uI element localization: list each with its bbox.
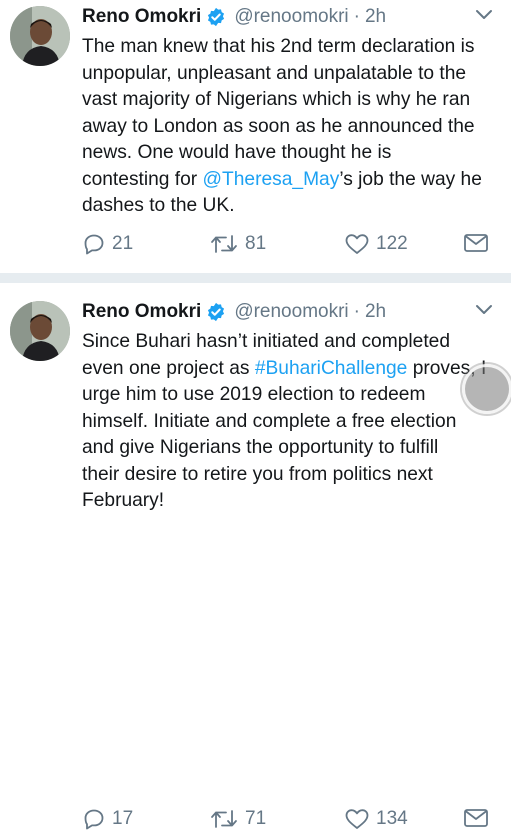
reply-button[interactable]: 17 (82, 807, 133, 831)
direct-message-button[interactable] (463, 232, 495, 254)
author-name[interactable]: Reno Omokri (82, 301, 201, 323)
like-button[interactable]: 122 (344, 232, 408, 256)
reply-button[interactable]: 21 (82, 232, 133, 256)
verified-badge-icon (208, 302, 225, 322)
separator: · (353, 6, 360, 27)
author-handle[interactable]: @renoomokri (234, 301, 348, 323)
mention-link[interactable]: @Theresa_May (203, 169, 340, 190)
like-count: 134 (376, 808, 408, 829)
retweet-button[interactable]: 71 (209, 807, 266, 831)
timestamp[interactable]: 2h (365, 301, 386, 323)
retweet-count: 71 (245, 808, 267, 829)
tweet-text: Since Buhari hasn’t initiated and comple… (82, 329, 493, 515)
reply-count: 17 (112, 808, 134, 829)
tweet[interactable]: Reno Omokri @renoomokri · 2h The man kne… (0, 0, 511, 273)
retweet-button[interactable]: 81 (209, 232, 266, 256)
tweet-text-part: The man knew that his 2nd term declarati… (82, 36, 475, 190)
avatar[interactable] (10, 6, 70, 66)
heart-icon (345, 809, 369, 829)
like-count: 122 (376, 233, 408, 254)
reply-icon (84, 809, 104, 830)
chevron-down-icon[interactable] (475, 8, 493, 22)
tweet-divider (0, 273, 511, 283)
author-handle[interactable]: @renoomokri (234, 6, 348, 28)
retweet-icon (211, 810, 237, 828)
tweet-text-part: proves, I urge him to use 2019 election … (82, 357, 486, 512)
touch-indicator (462, 364, 511, 414)
avatar[interactable] (10, 301, 70, 361)
retweet-count: 81 (245, 233, 267, 254)
tweet-actions: 17 71 134 (82, 807, 495, 835)
like-button[interactable]: 134 (344, 807, 408, 831)
verified-badge-icon (208, 7, 225, 27)
envelope-icon (464, 234, 488, 252)
heart-icon (345, 234, 369, 254)
hashtag-link[interactable]: #BuhariChallenge (255, 358, 408, 379)
tweet-actions: 21 81 122 (82, 232, 495, 260)
reply-icon (84, 234, 104, 255)
separator: · (353, 301, 360, 322)
tweet[interactable]: Reno Omokri @renoomokri · 2h Since Buhar… (0, 283, 511, 830)
chevron-down-icon[interactable] (475, 303, 493, 317)
retweet-icon (211, 235, 237, 253)
timestamp[interactable]: 2h (365, 6, 386, 28)
reply-count: 21 (112, 233, 134, 254)
tweet-text: The man knew that his 2nd term declarati… (82, 34, 493, 220)
direct-message-button[interactable] (463, 807, 495, 829)
author-name[interactable]: Reno Omokri (82, 6, 201, 28)
envelope-icon (464, 809, 488, 827)
